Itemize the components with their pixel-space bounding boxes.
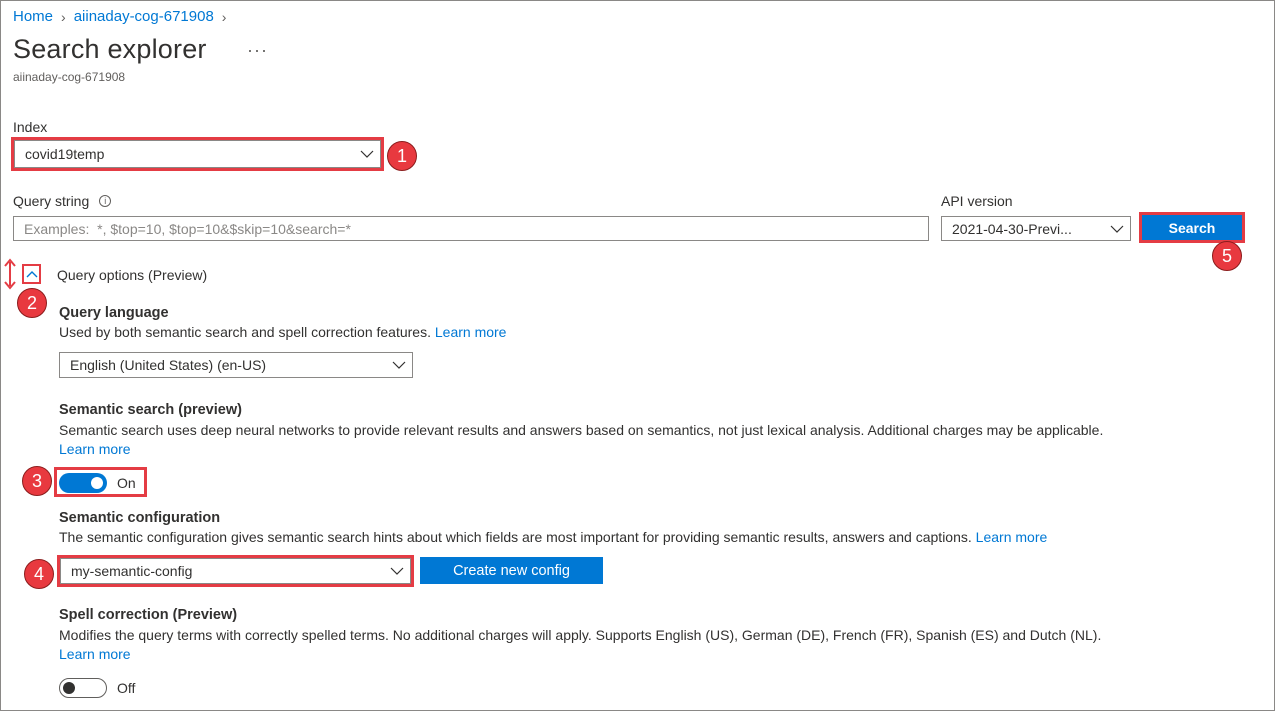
callout-badge-3: 3 [22, 466, 52, 496]
semantic-config-learn-more-link[interactable]: Learn more [976, 529, 1048, 545]
highlight-box-semantic-config [57, 555, 414, 587]
more-options-icon[interactable]: ··· [247, 40, 268, 61]
spell-correction-learn-more-link[interactable]: Learn more [59, 646, 131, 662]
breadcrumb-service-link[interactable]: aiinaday-cog-671908 [74, 8, 214, 25]
chevron-down-icon [1110, 224, 1124, 234]
info-icon[interactable]: i [99, 195, 112, 207]
semantic-config-description-text: The semantic configuration gives semanti… [59, 529, 972, 545]
resize-arrow-icon [4, 258, 16, 290]
query-language-description: Used by both semantic search and spell c… [59, 324, 506, 340]
page-title: Search explorer [13, 34, 207, 64]
spell-correction-description-text: Modifies the query terms with correctly … [59, 627, 1102, 643]
semantic-search-title: Semantic search (preview) [59, 402, 242, 418]
semantic-search-learn-more-link[interactable]: Learn more [59, 441, 131, 457]
semantic-search-description-text: Semantic search uses deep neural network… [59, 422, 1104, 438]
query-language-learn-more-link[interactable]: Learn more [435, 324, 507, 340]
spell-correction-toggle-group: Off [59, 678, 135, 698]
semantic-config-title: Semantic configuration [59, 510, 221, 526]
callout-badge-4: 4 [24, 559, 54, 589]
api-version-label: API version [941, 193, 1013, 209]
query-string-label-group: Query string i [13, 193, 112, 209]
create-new-config-button[interactable]: Create new config [420, 557, 603, 584]
query-options-label: Query options (Preview) [57, 267, 208, 283]
query-options-expand-toggle[interactable] [22, 264, 41, 284]
api-version-select[interactable]: 2021-04-30-Previ... [941, 216, 1131, 241]
query-string-input[interactable] [13, 216, 929, 241]
spell-correction-description: Modifies the query terms with correctly … [59, 626, 1219, 664]
callout-badge-5: 5 [1212, 241, 1242, 271]
spell-correction-toggle[interactable] [59, 678, 107, 698]
highlight-box-index [11, 137, 384, 171]
chevron-right-icon: › [221, 8, 227, 25]
breadcrumb: Home › aiinaday-cog-671908 › [13, 8, 226, 25]
page-subtitle: aiinaday-cog-671908 [13, 70, 126, 84]
toggle-knob [63, 682, 75, 694]
query-language-select[interactable]: English (United States) (en-US) [59, 352, 413, 378]
query-language-description-text: Used by both semantic search and spell c… [59, 324, 431, 340]
spell-correction-toggle-label: Off [117, 680, 136, 696]
semantic-config-description: The semantic configuration gives semanti… [59, 529, 1047, 545]
callout-badge-1: 1 [387, 141, 417, 171]
query-language-title: Query language [59, 305, 169, 321]
chevron-right-icon: › [61, 8, 66, 25]
callout-badge-2: 2 [17, 288, 47, 318]
index-label: Index [13, 119, 48, 135]
highlight-box-semantic-toggle [54, 467, 147, 497]
highlight-box-search [1139, 212, 1245, 243]
api-version-value: 2021-04-30-Previ... [952, 220, 1072, 237]
semantic-search-description: Semantic search uses deep neural network… [59, 421, 1219, 459]
query-language-value: English (United States) (en-US) [70, 357, 267, 373]
query-string-label: Query string [13, 193, 90, 209]
chevron-up-icon [26, 271, 37, 278]
spell-correction-title: Spell correction (Preview) [59, 607, 238, 623]
chevron-down-icon [392, 360, 406, 370]
breadcrumb-home-link[interactable]: Home [13, 8, 53, 25]
